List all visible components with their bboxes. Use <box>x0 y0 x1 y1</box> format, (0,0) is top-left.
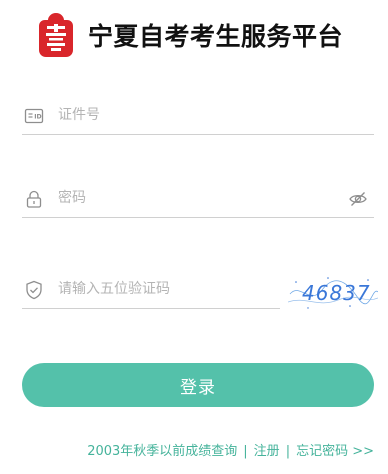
eye-slash-icon[interactable] <box>348 189 368 209</box>
captcha-input[interactable] <box>56 274 280 304</box>
lock-icon <box>26 190 42 208</box>
header: 宁夏自考考生服务平台 <box>0 0 388 78</box>
id-number-input[interactable] <box>56 100 330 130</box>
score-query-link[interactable]: 2003年秋季以前成绩查询 <box>87 444 237 459</box>
login-button[interactable]: 登录 <box>22 363 374 407</box>
seal-logo-icon <box>39 13 73 57</box>
captcha-code: 46837 <box>302 281 371 305</box>
password-field <box>22 179 374 218</box>
captcha-field <box>22 270 280 309</box>
password-input[interactable] <box>56 183 330 213</box>
footer-links: 2003年秋季以前成绩查询 | 注册 | 忘记密码 >> <box>87 440 374 459</box>
app-title: 宁夏自考考生服务平台 <box>88 22 344 51</box>
separator: | <box>243 444 248 459</box>
forgot-password-link[interactable]: 忘记密码 >> <box>296 444 374 459</box>
separator: | <box>285 444 291 459</box>
id-number-field: ID <box>22 96 374 135</box>
svg-text:ID: ID <box>34 114 41 121</box>
captcha-image[interactable]: 46837 <box>288 272 378 312</box>
register-link[interactable]: 注册 <box>254 444 280 459</box>
id-card-icon: ID <box>24 108 44 124</box>
shield-check-icon <box>26 280 42 300</box>
